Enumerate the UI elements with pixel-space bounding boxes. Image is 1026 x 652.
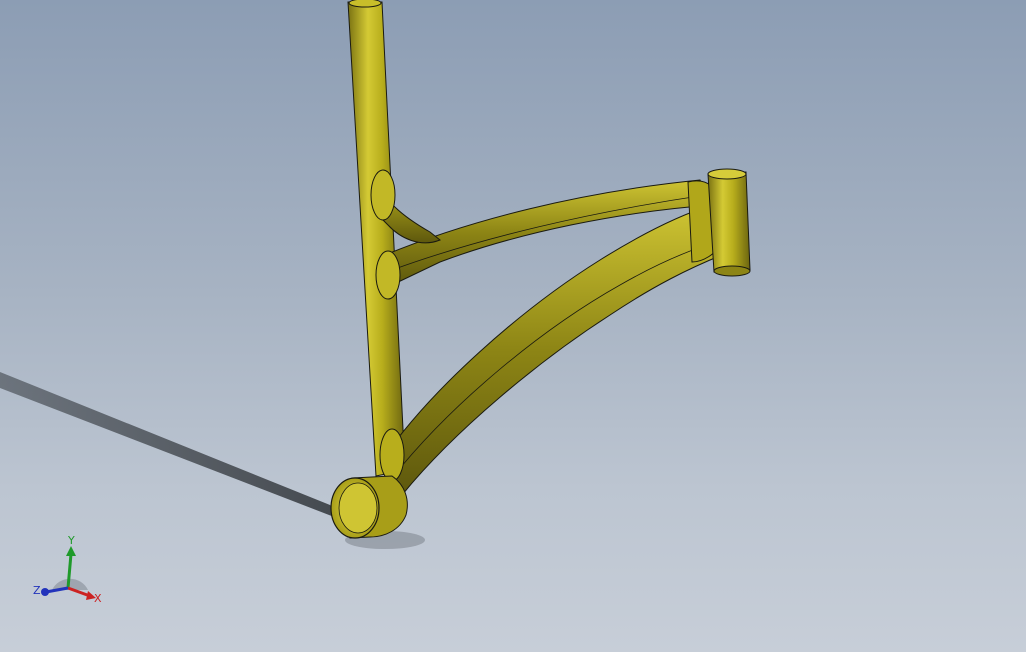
head-tube-bottom (713, 265, 751, 277)
head-tube-top (707, 168, 747, 180)
head-tube (707, 171, 751, 273)
axis-x-label: X (94, 592, 102, 605)
axis-y-arrow (66, 546, 76, 556)
top-joint (375, 250, 401, 300)
graphics-viewport[interactable]: Y X Z (0, 0, 1026, 652)
brace-joint (370, 169, 396, 221)
lower-joint (379, 428, 405, 482)
seat-tube-top (348, 0, 382, 8)
bike-frame-model[interactable] (0, 0, 1026, 652)
axis-z-arrow (41, 588, 49, 596)
bottom-bracket-inner (338, 482, 378, 534)
seat-tube (347, 1, 406, 477)
ground-shadow (0, 372, 342, 520)
axis-z-label: Z (33, 584, 41, 597)
axis-y-label: Y (67, 534, 75, 547)
axis-z-line (45, 586, 69, 594)
reference-triad: Y X Z (33, 534, 102, 605)
